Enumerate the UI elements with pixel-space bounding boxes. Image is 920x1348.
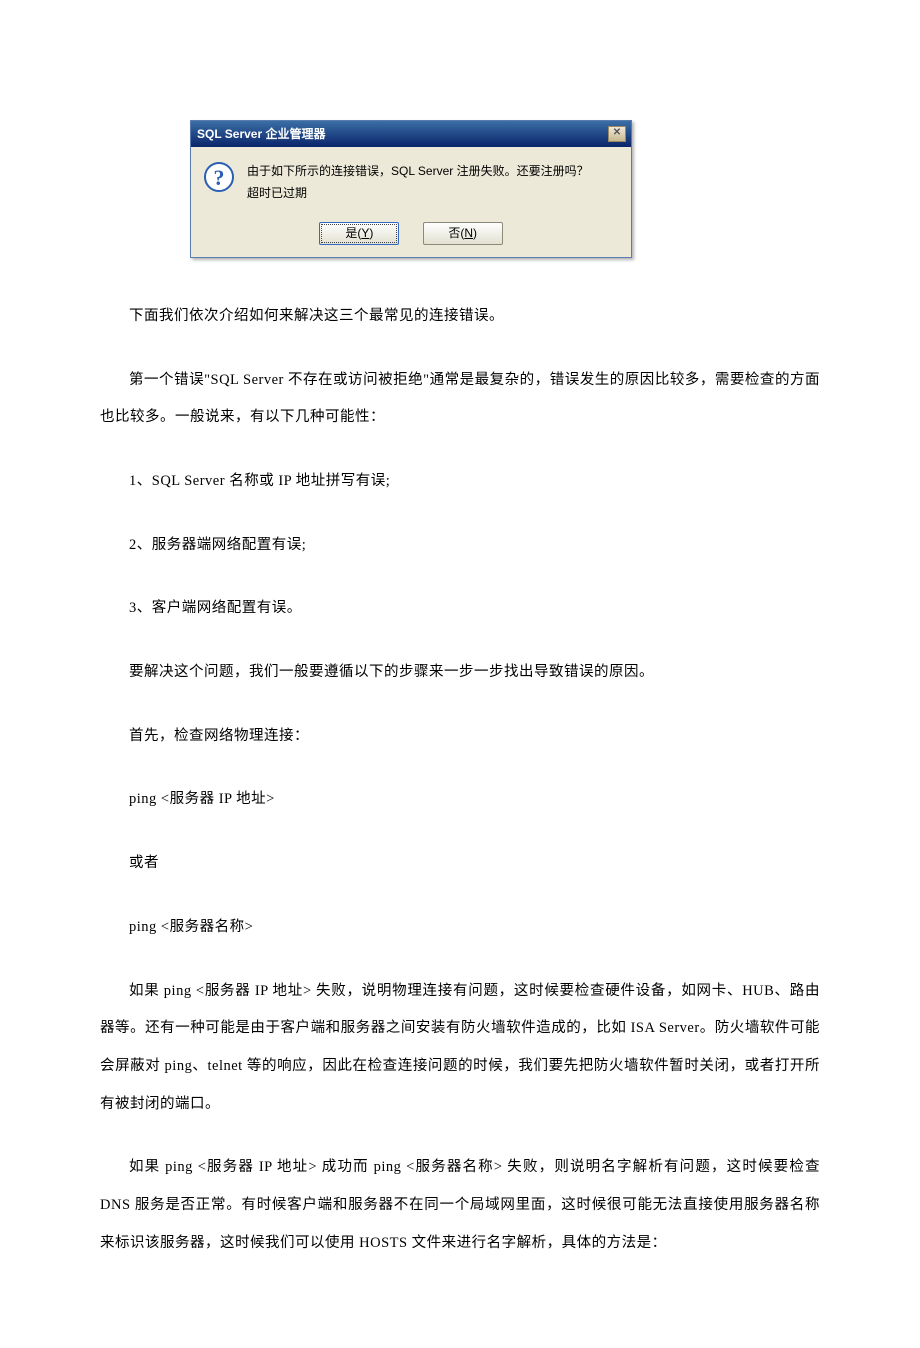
list-item: 3、客户端网络配置有误。 <box>100 590 820 628</box>
paragraph: 下面我们依次介绍如何来解决这三个最常见的连接错误。 <box>100 298 820 336</box>
no-button[interactable]: 否(N) <box>423 222 503 245</box>
list-item: 2、服务器端网络配置有误; <box>100 527 820 565</box>
svg-text:?: ? <box>214 165 225 190</box>
code-line: ping <服务器名称> <box>100 909 820 947</box>
paragraph: 要解决这个问题，我们一般要遵循以下的步骤来一步一步找出导致错误的原因。 <box>100 654 820 692</box>
paragraph: 如果 ping <服务器 IP 地址> 失败，说明物理连接有问题，这时候要检查硬… <box>100 973 820 1124</box>
dialog-message-line1: 由于如下所示的连接错误，SQL Server 注册失败。还要注册吗？ <box>247 161 619 183</box>
message-dialog: SQL Server 企业管理器 ✕ ? 由于如下所示的连接错误，SQL Ser… <box>190 120 632 258</box>
paragraph: 或者 <box>100 845 820 883</box>
close-icon[interactable]: ✕ <box>608 126 626 142</box>
yes-button[interactable]: 是(Y) <box>319 222 399 245</box>
question-icon: ? <box>203 161 235 193</box>
dialog-titlebar: SQL Server 企业管理器 ✕ <box>191 121 631 147</box>
paragraph: 第一个错误"SQL Server 不存在或访问被拒绝"通常是最复杂的，错误发生的… <box>100 362 820 437</box>
paragraph: 首先，检查网络物理连接： <box>100 718 820 756</box>
paragraph: 如果 ping <服务器 IP 地址> 成功而 ping <服务器名称> 失败，… <box>100 1149 820 1262</box>
dialog-message: 由于如下所示的连接错误，SQL Server 注册失败。还要注册吗？ 超时已过期 <box>247 161 619 204</box>
dialog-message-line2: 超时已过期 <box>247 183 619 205</box>
dialog-screenshot: SQL Server 企业管理器 ✕ ? 由于如下所示的连接错误，SQL Ser… <box>190 120 820 258</box>
list-item: 1、SQL Server 名称或 IP 地址拼写有误; <box>100 463 820 501</box>
code-line: ping <服务器 IP 地址> <box>100 781 820 819</box>
dialog-title: SQL Server 企业管理器 <box>197 126 608 143</box>
